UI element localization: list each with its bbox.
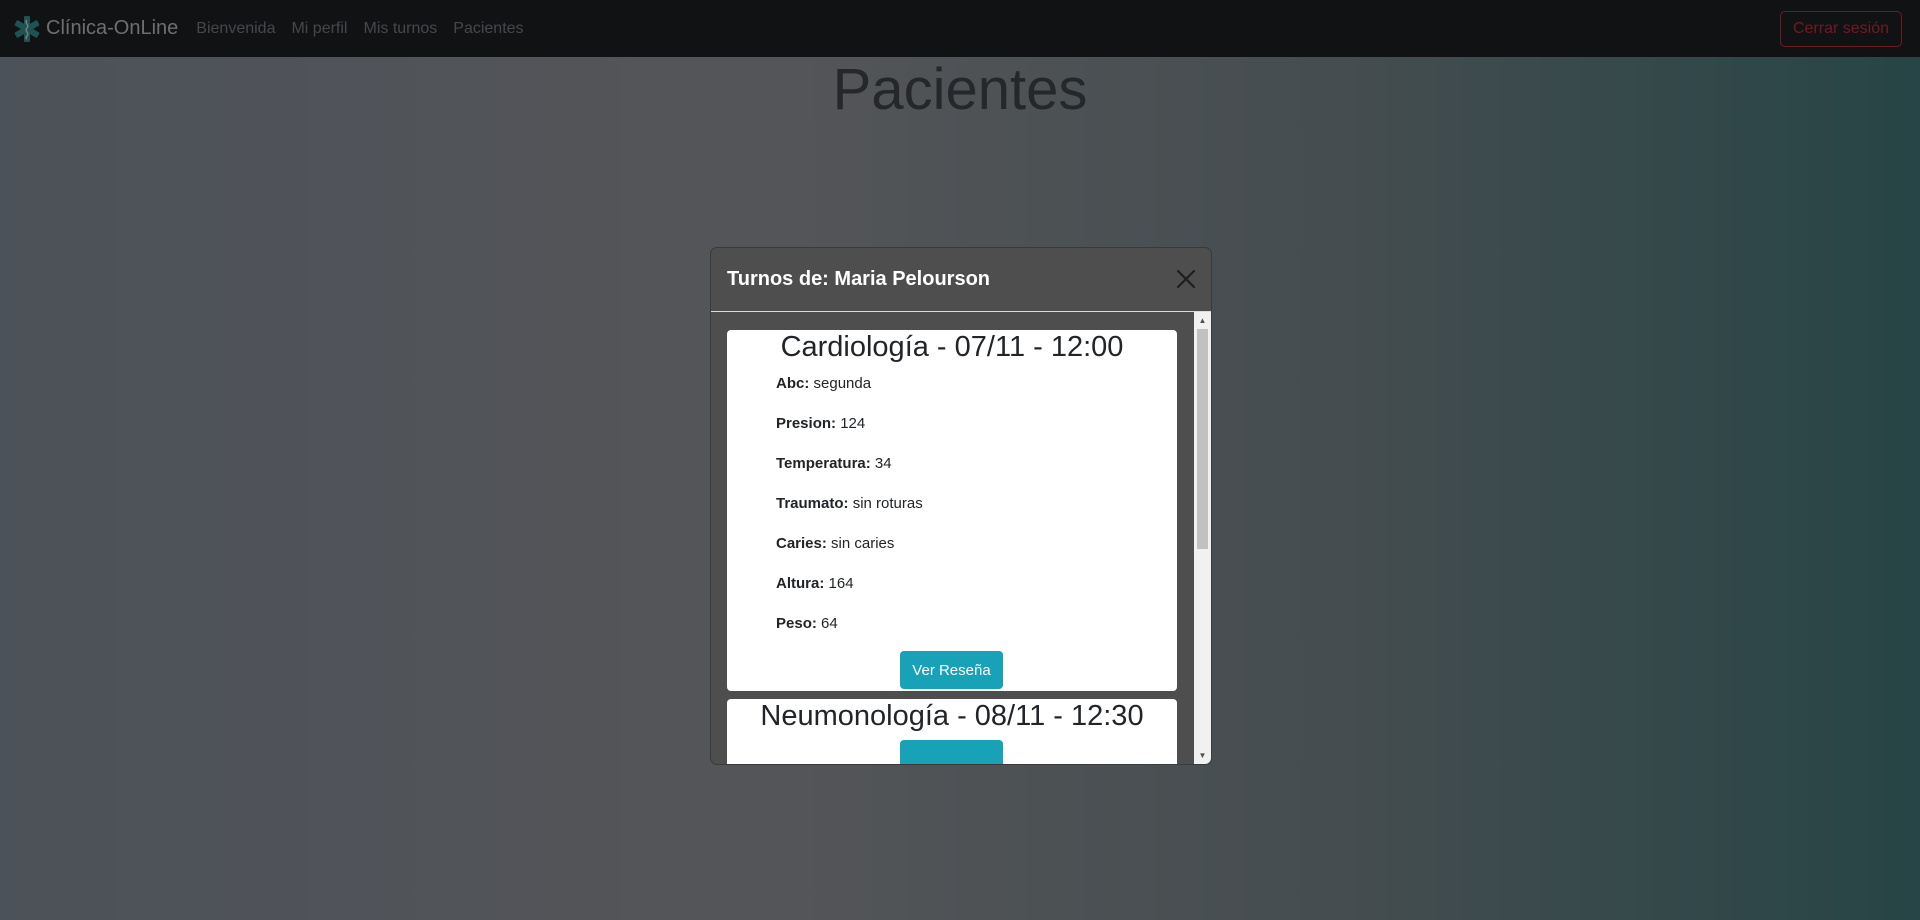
scroll-thumb[interactable]: [1197, 329, 1208, 549]
detail-value: segunda: [813, 375, 872, 392]
appointment-card: Cardiología - 07/11 - 12:00 Abc: segunda…: [727, 330, 1177, 691]
detail-row: Peso: 64: [776, 604, 1177, 644]
view-review-button[interactable]: [900, 740, 1003, 764]
modal-header: Turnos de: Maria Pelourson: [711, 248, 1211, 312]
detail-label: Peso:: [776, 615, 817, 632]
scroll-up-icon[interactable]: ▲: [1194, 312, 1211, 329]
appointments-modal: Turnos de: Maria Pelourson Cardiología -…: [710, 247, 1212, 765]
appointment-title: Neumonología - 08/11 - 12:30: [760, 700, 1144, 732]
modal-title: Turnos de: Maria Pelourson: [727, 268, 990, 290]
detail-row: Caries: sin caries: [776, 524, 1177, 564]
detail-row: Abc: segunda: [776, 364, 1177, 404]
modal-body[interactable]: Cardiología - 07/11 - 12:00 Abc: segunda…: [711, 312, 1211, 764]
detail-value: sin caries: [831, 535, 895, 552]
detail-row: Altura: 164: [776, 564, 1177, 604]
appointment-title: Cardiología - 07/11 - 12:00: [780, 331, 1124, 363]
detail-value: 64: [821, 615, 838, 632]
detail-row: Temperatura: 34: [776, 444, 1177, 484]
detail-label: Temperatura:: [776, 455, 871, 472]
detail-label: Altura:: [776, 575, 825, 592]
view-review-button[interactable]: Ver Reseña: [900, 651, 1003, 689]
modal-scrollbar[interactable]: ▲ ▼: [1194, 312, 1211, 764]
detail-value: 164: [828, 575, 854, 592]
detail-label: Caries:: [776, 535, 827, 552]
detail-row: Traumato: sin roturas: [776, 484, 1177, 524]
detail-value: sin roturas: [852, 495, 923, 512]
scroll-down-icon[interactable]: ▼: [1194, 747, 1211, 764]
detail-label: Traumato:: [776, 495, 849, 512]
close-icon[interactable]: [1175, 268, 1197, 290]
detail-label: Abc:: [776, 375, 810, 392]
appointment-card: Neumonología - 08/11 - 12:30: [727, 699, 1177, 764]
detail-label: Presion:: [776, 415, 837, 432]
detail-row: Presion: 124: [776, 404, 1177, 444]
appointments-list: Cardiología - 07/11 - 12:00 Abc: segunda…: [727, 330, 1177, 764]
detail-value: 124: [840, 415, 866, 432]
appointment-details: Abc: segunda Presion: 124 Temperatura: 3…: [776, 364, 1177, 644]
detail-value: 34: [874, 455, 892, 472]
